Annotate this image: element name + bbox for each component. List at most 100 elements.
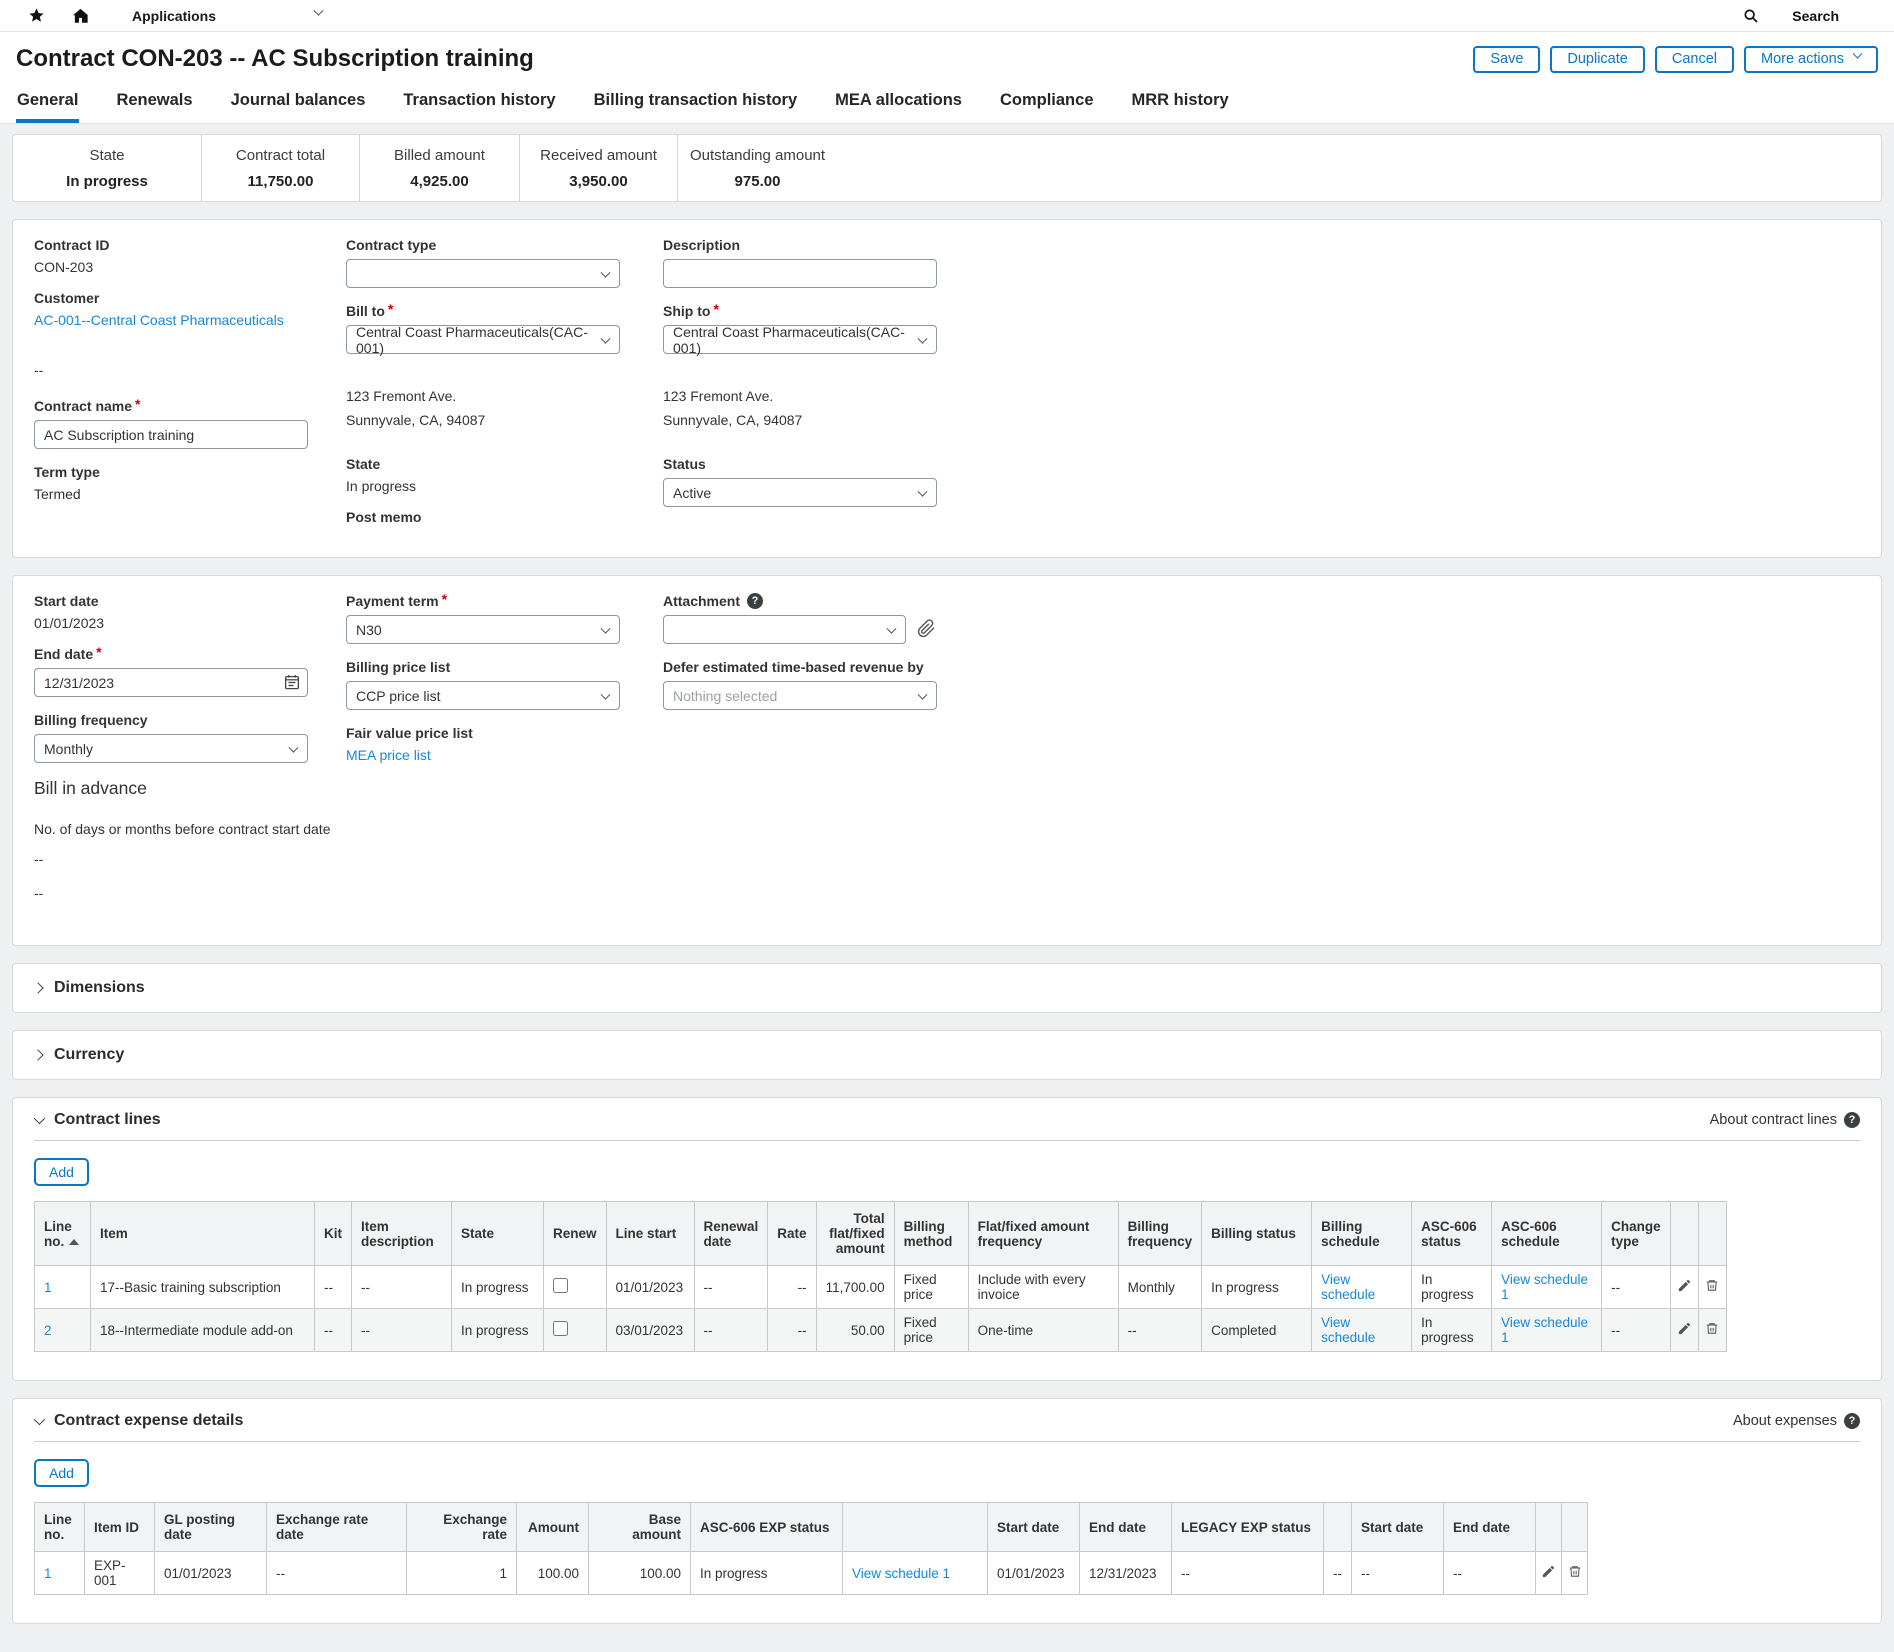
col-legacy-end-date[interactable]: End date	[1444, 1503, 1536, 1552]
description-input[interactable]	[663, 259, 937, 288]
col-exchange-rate-date[interactable]: Exchange rate date	[267, 1503, 407, 1552]
contract-name-input[interactable]	[34, 420, 308, 449]
add-expense-button[interactable]: Add	[34, 1459, 89, 1487]
edit-row-button[interactable]	[1670, 1266, 1698, 1309]
col-asc606-schedule[interactable]: ASC-606 schedule	[1492, 1202, 1602, 1266]
col-billing-status[interactable]: Billing status	[1202, 1202, 1312, 1266]
col-base-amount[interactable]: Base amount	[589, 1503, 691, 1552]
tab-general[interactable]: General	[16, 81, 79, 123]
col-exchange-rate[interactable]: Exchange rate	[407, 1503, 517, 1552]
col-flat-fixed-amount-frequency[interactable]: Flat/fixed amount frequency	[968, 1202, 1118, 1266]
billing-frequency-select[interactable]: Monthly	[34, 734, 308, 763]
col-end-date[interactable]: End date	[1080, 1503, 1172, 1552]
col-item[interactable]: Item	[91, 1202, 315, 1266]
cell-change-type: --	[1602, 1309, 1671, 1352]
about-contract-lines[interactable]: About contract lines	[1710, 1112, 1860, 1128]
col-amount[interactable]: Amount	[517, 1503, 589, 1552]
required-asterisk	[388, 303, 393, 319]
payment-term-select[interactable]: N30	[346, 615, 620, 644]
tab-compliance[interactable]: Compliance	[999, 81, 1095, 123]
delete-row-button[interactable]	[1562, 1552, 1588, 1595]
tab-mrr-history[interactable]: MRR history	[1131, 81, 1230, 123]
tab-billing-transaction-history[interactable]: Billing transaction history	[593, 81, 799, 123]
col-line-no[interactable]: Line no.	[35, 1202, 91, 1266]
tab-journal-balances[interactable]: Journal balances	[230, 81, 367, 123]
col-asc606-status[interactable]: ASC-606 status	[1412, 1202, 1492, 1266]
paperclip-icon[interactable]	[917, 619, 936, 641]
edit-row-button[interactable]	[1536, 1552, 1562, 1595]
attachment-select[interactable]	[663, 615, 906, 644]
delete-row-button[interactable]	[1698, 1309, 1726, 1352]
view-schedule-1-link[interactable]: View schedule 1	[1501, 1315, 1588, 1345]
save-button[interactable]: Save	[1473, 46, 1540, 73]
col-kit[interactable]: Kit	[315, 1202, 352, 1266]
chevron-down-icon[interactable]	[34, 1414, 45, 1425]
search-button[interactable]: Search	[1743, 8, 1839, 24]
col-legacy-start-date[interactable]: Start date	[1352, 1503, 1444, 1552]
line-no-link[interactable]: 1	[44, 1280, 52, 1295]
customer-link[interactable]: AC-001--Central Coast Pharmaceuticals	[34, 312, 284, 328]
renew-checkbox[interactable]	[553, 1321, 568, 1336]
tab-transaction-history[interactable]: Transaction history	[402, 81, 556, 123]
col-item-description[interactable]: Item description	[352, 1202, 452, 1266]
chevron-down-icon	[1853, 49, 1863, 59]
col-change-type[interactable]: Change type	[1602, 1202, 1671, 1266]
duplicate-button[interactable]: Duplicate	[1550, 46, 1644, 73]
calendar-icon[interactable]	[284, 674, 300, 693]
view-schedule-link[interactable]: View schedule	[1321, 1272, 1375, 1302]
col-renew[interactable]: Renew	[544, 1202, 607, 1266]
col-billing-frequency[interactable]: Billing frequency	[1118, 1202, 1202, 1266]
col-asc606-exp-status[interactable]: ASC-606 EXP status	[691, 1503, 843, 1552]
line-no-link[interactable]: 2	[44, 1323, 52, 1338]
contract-type-select[interactable]	[346, 259, 620, 288]
col-renewal-date[interactable]: Renewal date	[694, 1202, 768, 1266]
billing-price-list-select[interactable]: CCP price list	[346, 681, 620, 710]
help-icon[interactable]	[747, 593, 763, 609]
chevron-down-icon[interactable]	[34, 1113, 45, 1124]
applications-menu[interactable]: Applications	[132, 8, 322, 24]
ship-to-select[interactable]: Central Coast Pharmaceuticals(CAC-001)	[663, 325, 937, 354]
renew-checkbox[interactable]	[553, 1278, 568, 1293]
end-date-input[interactable]	[34, 668, 308, 697]
col-gl-posting-date[interactable]: GL posting date	[155, 1503, 267, 1552]
cancel-button[interactable]: Cancel	[1655, 46, 1734, 73]
bill-to-select[interactable]: Central Coast Pharmaceuticals(CAC-001)	[346, 325, 620, 354]
col-item-id[interactable]: Item ID	[85, 1503, 155, 1552]
col-schedule	[843, 1503, 988, 1552]
col-billing-method[interactable]: Billing method	[894, 1202, 968, 1266]
status-value: Active	[673, 485, 711, 501]
description-label: Description	[663, 237, 1861, 253]
view-schedule-1-link[interactable]: View schedule 1	[1501, 1272, 1588, 1302]
edit-row-button[interactable]	[1670, 1309, 1698, 1352]
add-contract-line-button[interactable]: Add	[34, 1158, 89, 1186]
col-line-no[interactable]: Line no.	[35, 1503, 85, 1552]
view-schedule-link[interactable]: View schedule	[1321, 1315, 1375, 1345]
ship-to-address-line2: Sunnyvale, CA, 94087	[663, 408, 1861, 432]
cell-item: 18--Intermediate module add-on	[91, 1309, 315, 1352]
col-line-start[interactable]: Line start	[606, 1202, 694, 1266]
col-total-flat-fixed-amount[interactable]: Total flat/fixed amount	[816, 1202, 894, 1266]
defer-revenue-select[interactable]: Nothing selected	[663, 681, 937, 710]
dimensions-section[interactable]: Dimensions	[12, 963, 1882, 1013]
view-schedule-1-link[interactable]: View schedule 1	[852, 1566, 950, 1581]
col-legacy-exp-status[interactable]: LEGACY EXP status	[1172, 1503, 1324, 1552]
summary-billed-amount: Billed amount 4,925.00	[359, 135, 519, 201]
line-no-link[interactable]: 1	[44, 1566, 52, 1581]
delete-row-button[interactable]	[1698, 1266, 1726, 1309]
bill-in-advance-label: Bill in advance	[34, 778, 346, 799]
more-actions-button[interactable]: More actions	[1744, 46, 1878, 73]
cell-billing-schedule: View schedule	[1312, 1309, 1412, 1352]
col-rate[interactable]: Rate	[768, 1202, 816, 1266]
mea-price-list-link[interactable]: MEA price list	[346, 747, 431, 763]
tab-mea-allocations[interactable]: MEA allocations	[834, 81, 963, 123]
about-expenses[interactable]: About expenses	[1733, 1413, 1860, 1429]
home-icon[interactable]	[71, 7, 90, 25]
chevron-down-icon	[918, 333, 928, 343]
currency-section[interactable]: Currency	[12, 1030, 1882, 1080]
tab-renewals[interactable]: Renewals	[115, 81, 193, 123]
favorites-star-icon[interactable]	[28, 7, 45, 24]
col-start-date[interactable]: Start date	[988, 1503, 1080, 1552]
col-billing-schedule[interactable]: Billing schedule	[1312, 1202, 1412, 1266]
status-select[interactable]: Active	[663, 478, 937, 507]
col-state[interactable]: State	[452, 1202, 544, 1266]
